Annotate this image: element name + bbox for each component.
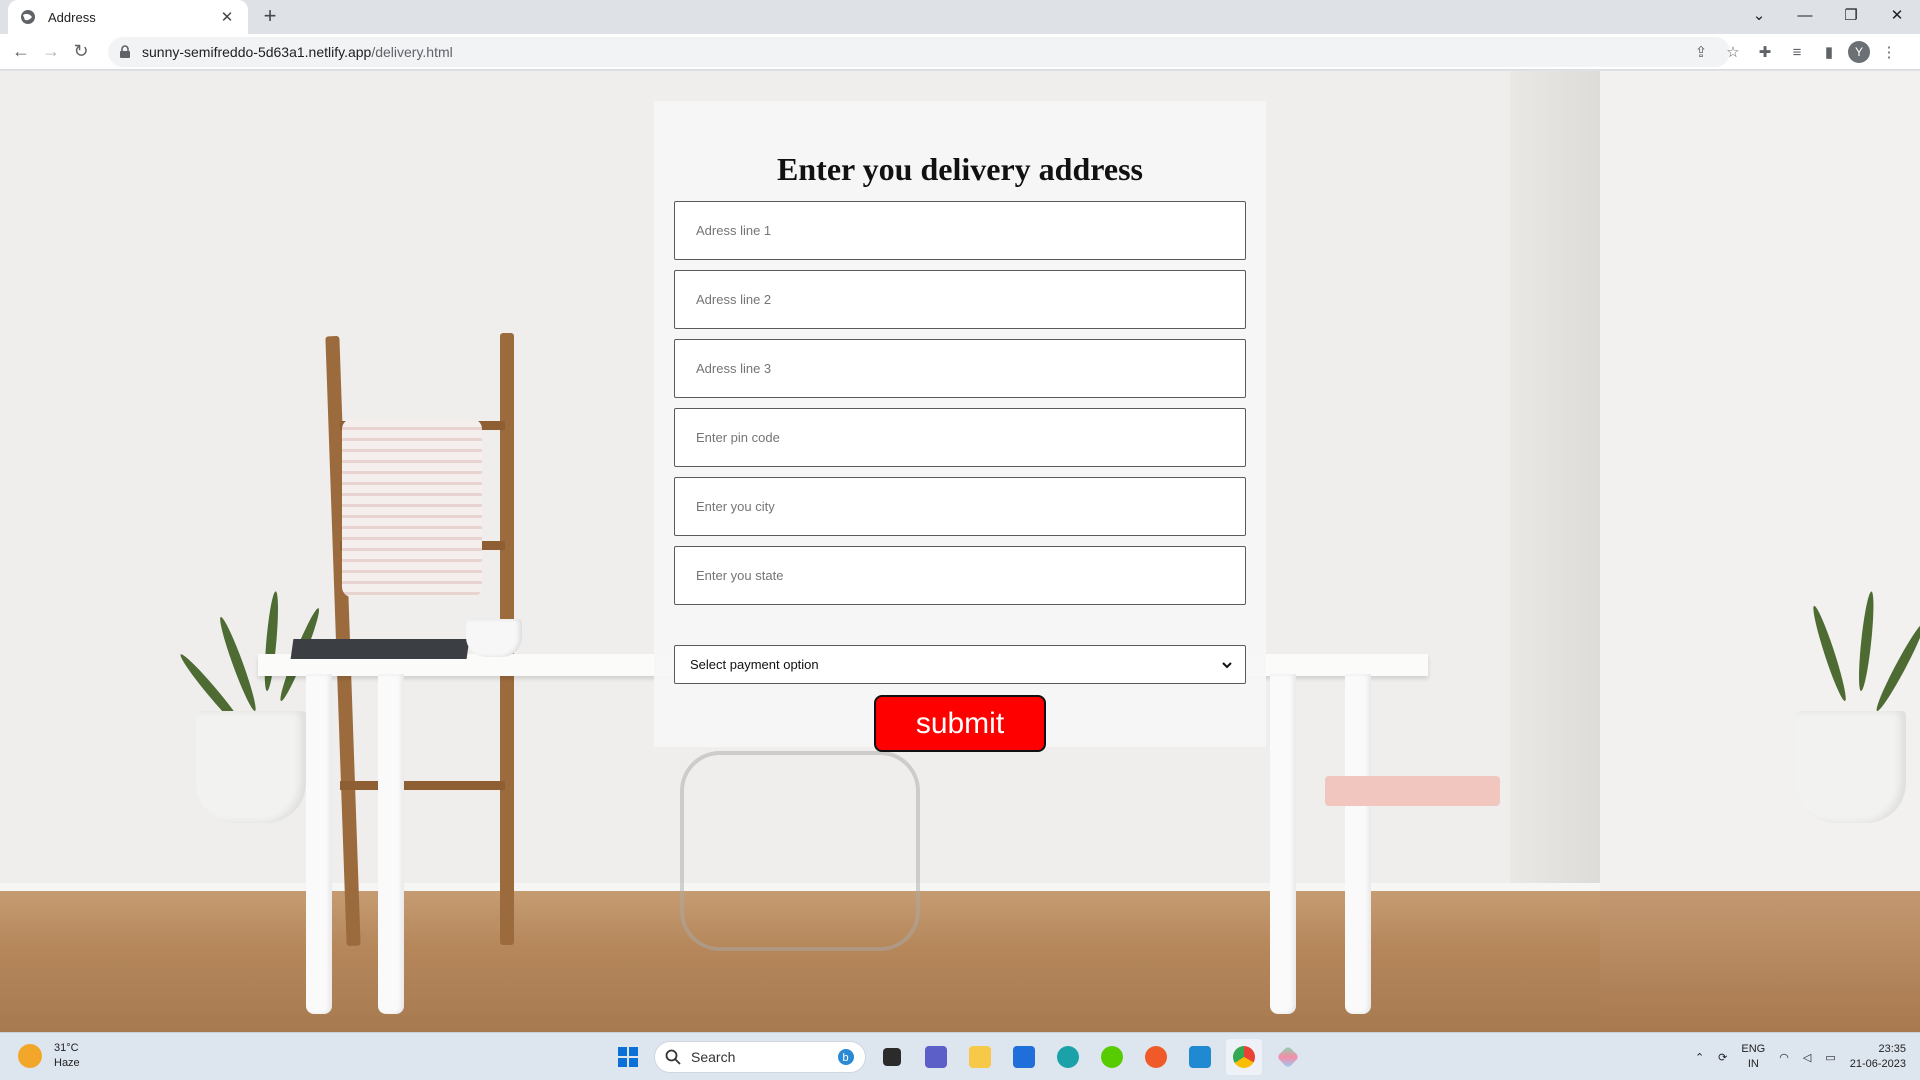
restore-icon[interactable]: ❐ [1828,0,1874,30]
submit-button[interactable]: submit [874,695,1046,752]
back-icon[interactable]: ← [6,37,36,67]
minimize-icon[interactable]: — [1782,0,1828,30]
language-code: ENG [1741,1043,1766,1055]
toolbar-actions: ⇪ ☆ ✚ ≡ ▮ Y ⋮ [1688,34,1902,70]
url-text: sunny-semifreddo-5d63a1.netlify.app/deli… [142,44,453,60]
url-path: /delivery.html [371,44,453,60]
side-panel-icon[interactable]: ▮ [1816,39,1842,65]
tab-title: Address [48,9,96,25]
media-queue-icon[interactable]: ≡ [1784,39,1810,65]
address-bar[interactable]: sunny-semifreddo-5d63a1.netlify.app/deli… [108,37,1730,67]
windows-taskbar: 31°C Haze Search b ⌃ ⟳ ENG IN ◠ ◁ ▭ 23:3… [0,1032,1920,1080]
browser-toolbar: ← → ↻ sunny-semifreddo-5d63a1.netlify.ap… [0,34,1920,70]
clock-date: 21-06-2023 [1849,1058,1906,1070]
tray-overflow-icon[interactable]: ⌃ [1695,1051,1704,1064]
vscode-icon[interactable] [1182,1039,1218,1075]
bookmark-star-icon[interactable]: ☆ [1720,39,1746,65]
gem-app-icon[interactable] [1270,1039,1306,1075]
clock[interactable]: 23:35 21-06-2023 [1850,1042,1906,1072]
close-tab-icon[interactable]: ✕ [218,8,236,26]
microsoft-store-icon[interactable] [1006,1039,1042,1075]
page-title: Enter you delivery address [777,151,1143,187]
region-code: IN [1747,1058,1759,1070]
tab-strip: Address ✕ + ⌄ — ❐ ✕ [0,0,1920,34]
share-icon[interactable]: ⇪ [1688,39,1714,65]
windows-start-icon[interactable] [610,1039,646,1075]
lock-icon [120,45,130,58]
taskbar-apps: Search b [610,1039,1306,1075]
page-viewport: Enter you delivery address Select paymen… [0,71,1920,1032]
address-line-2-input[interactable] [674,270,1246,329]
search-label: Search [691,1049,736,1065]
url-host: sunny-semifreddo-5d63a1.netlify.app [142,44,372,60]
battery-icon[interactable]: ▭ [1825,1051,1835,1064]
system-tray: ⌃ ⟳ ENG IN ◠ ◁ ▭ 23:35 21-06-2023 [1695,1039,1906,1075]
sync-icon[interactable]: ⟳ [1718,1051,1727,1064]
weather-haze-icon [18,1044,42,1068]
browser-tab[interactable]: Address ✕ [8,0,248,34]
chevron-down-icon [1222,661,1232,668]
taskbar-search[interactable]: Search b [654,1041,866,1073]
state-input[interactable] [674,546,1246,605]
language-indicator[interactable]: ENG IN [1741,1042,1765,1072]
bing-icon: b [838,1049,854,1065]
duolingo-icon[interactable] [1094,1039,1130,1075]
extensions-icon[interactable]: ✚ [1752,39,1778,65]
menu-kebab-icon[interactable]: ⋮ [1876,39,1902,65]
tab-search-icon[interactable]: ⌄ [1736,0,1782,30]
address-line-3-input[interactable] [674,339,1246,398]
delivery-form-card: Enter you delivery address Select paymen… [654,101,1266,752]
weather-desc: Haze [54,1057,80,1069]
task-view-icon[interactable] [874,1039,910,1075]
new-tab-button[interactable]: + [258,3,282,28]
profile-avatar[interactable]: Y [1848,41,1870,63]
pin-code-input[interactable] [674,408,1246,467]
wifi-icon[interactable]: ◠ [1779,1051,1789,1064]
teams-chat-icon[interactable] [918,1039,954,1075]
weather-widget[interactable]: 31°C Haze [18,1041,80,1071]
forward-icon[interactable]: → [36,37,66,67]
clock-time: 23:35 [1878,1043,1906,1055]
file-explorer-icon[interactable] [962,1039,998,1075]
window-controls: ⌄ — ❐ ✕ [1736,0,1920,34]
svg-text:b: b [843,1052,849,1064]
volume-icon[interactable]: ◁ [1803,1051,1811,1064]
search-icon [665,1049,681,1065]
address-line-1-input[interactable] [674,201,1246,260]
close-window-icon[interactable]: ✕ [1874,0,1920,30]
globe-icon [20,9,36,25]
chrome-icon[interactable] [1226,1039,1262,1075]
payment-option-selected: Select payment option [690,657,819,672]
edge-icon[interactable] [1050,1039,1086,1075]
reload-icon[interactable]: ↻ [66,37,96,67]
swift-playgrounds-icon[interactable] [1138,1039,1174,1075]
weather-temp: 31°C [54,1042,79,1054]
payment-option-select[interactable]: Select payment option [674,645,1246,684]
city-input[interactable] [674,477,1246,536]
